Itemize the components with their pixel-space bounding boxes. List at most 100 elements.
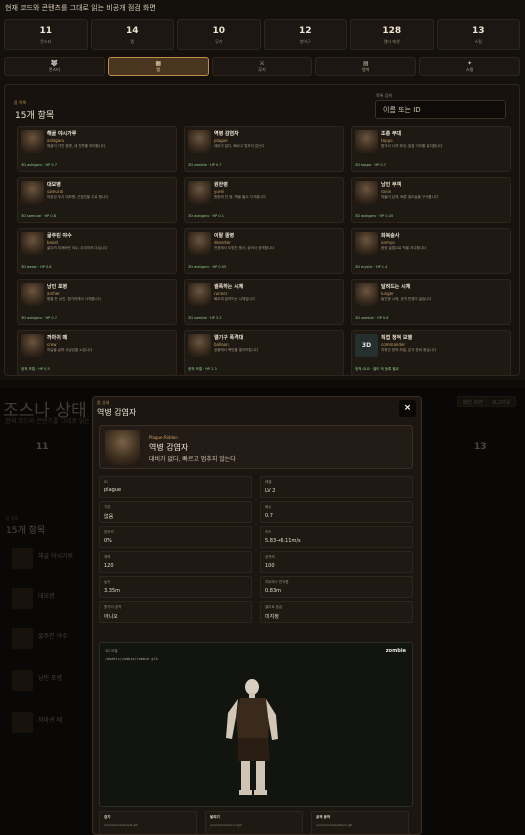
zombie-model-render bbox=[226, 679, 278, 795]
monster-meta: 정적 GLB · 별도 적 등록 필요 bbox=[355, 367, 399, 371]
file-path: /anim/zombie/walk.glb bbox=[104, 823, 138, 827]
monster-meta: 3D zombie · HP 3.3 bbox=[188, 316, 222, 320]
animation-file: 공격 동작/anim/zombie/attack.glb bbox=[311, 811, 409, 834]
monster-id: ashigaru bbox=[47, 138, 65, 143]
monster-id: plague bbox=[214, 138, 228, 143]
monster-name: 썰폭하는 시체 bbox=[214, 284, 244, 290]
field-value: LV 2 bbox=[265, 488, 276, 494]
background-section-title: 15개 항목 bbox=[6, 526, 46, 536]
monster-name: 역병 감염자 bbox=[214, 131, 239, 137]
row-thumbnail bbox=[12, 548, 33, 569]
monster-card[interactable]: 원한령 yurei 원한에 찬 령, 벽을 뚫고 다가옵니다 3D ashigaru … bbox=[184, 177, 344, 223]
stat-value: 13 bbox=[471, 26, 485, 36]
tab-4[interactable]: ✦ 스킬 bbox=[419, 57, 520, 76]
field-label: 히트박스 반지름 bbox=[265, 580, 289, 584]
tab-icon: ▦ bbox=[155, 60, 162, 67]
monster-description: 떠돌이 검객, 빠른 발도술을 구사합니다 bbox=[381, 195, 439, 199]
field-label: 높이 bbox=[104, 580, 111, 584]
field-label: 기본 bbox=[104, 505, 111, 509]
field-value: 5.83→6.11m/s bbox=[265, 538, 301, 544]
monster-card[interactable]: 낭인 포병 archer 활을 든 낭인, 원거리에서 사격합니다 3D ashiga… bbox=[17, 279, 177, 325]
close-button[interactable]: × bbox=[399, 400, 416, 417]
stat-label: 스킬 bbox=[474, 39, 482, 44]
monster-id: onmyo bbox=[381, 240, 395, 245]
tab-0[interactable]: 🐺 몬스터 bbox=[4, 57, 105, 76]
monster-meta: 3D ashigaru · HP 0.7 bbox=[21, 316, 57, 320]
monster-card[interactable]: 까마귀 떼 crow 하늘을 날며 사냥감을 노립니다 정적 모델 · HP 0.5 bbox=[17, 330, 177, 376]
main-screen-button[interactable]: 메인 화면 bbox=[457, 396, 489, 407]
monster-card[interactable]: 역병 감염자 plague 대비가 없다, 빠르고 멈추지 않는다 3D zombie… bbox=[184, 126, 344, 172]
monster-thumbnail bbox=[188, 130, 211, 153]
background-stat: 13 bbox=[474, 442, 487, 452]
monster-meta: 3D ashigaru · HP 0.1 bbox=[188, 214, 224, 218]
field-label: 레벨 bbox=[265, 480, 272, 484]
monster-card[interactable]: 조총 부대 teppo 원거리 사격 부대, 일정 거리를 유지합니다 3D tepp… bbox=[351, 126, 511, 172]
monster-thumbnail bbox=[355, 181, 378, 204]
tab-3[interactable]: ▤ 방어 bbox=[315, 57, 417, 76]
background-row: 굶주린 야수 bbox=[38, 633, 68, 640]
model-viewer[interactable]: 3D 모델 /models/zombie/zombie.glb zombie bbox=[99, 642, 413, 807]
field-value: 미지정 bbox=[265, 614, 279, 620]
monster-meta: 3D ashigaru · HP 0.55 bbox=[188, 265, 227, 269]
monster-card[interactable]: 굶주린 야수 beast 굶주려 미쳐버린 야수, 무리지어 다닙니다 3D beas… bbox=[17, 228, 177, 274]
monster-summary: Plague-Ridden 역병 감염자 대비가 없다, 빠르고 멈추지 않는다 bbox=[99, 425, 413, 469]
tab-2[interactable]: ⚔ 무기 bbox=[211, 57, 313, 76]
stat-field: 원거리 공격 아니오 bbox=[99, 601, 252, 623]
monster-thumbnail: 3D bbox=[355, 334, 378, 357]
row-thumbnail bbox=[12, 628, 33, 649]
stat-field: 체력 120 bbox=[99, 551, 252, 573]
monster-description: 전장에서 도망친 병사, 숨어서 공격합니다 bbox=[214, 246, 275, 250]
category-tabs: 🐺 몬스터 ▦ 맵 ⚔ 무기 ▤ 방어 ✦ 스킬 bbox=[4, 57, 520, 76]
monster-id: archer bbox=[47, 291, 60, 296]
monster-card[interactable]: 해골 야시가루 ashigaru 해골이 가진 창병, 새 전투를 의미합니다 3D … bbox=[17, 126, 177, 172]
monster-id: beast bbox=[47, 240, 59, 245]
monster-name: 화복술사 bbox=[381, 233, 400, 239]
tab-label: 방어 bbox=[362, 67, 370, 72]
tab-label: 몬스터 bbox=[48, 67, 60, 72]
background-row: 대모병 bbox=[38, 593, 55, 600]
detail-screen: 조스나 상태 현재 코드와 콘텐츠를 그대로 읽는 비공개 점검 화면 메인 화… bbox=[0, 388, 525, 835]
monster-portrait bbox=[105, 430, 140, 465]
monster-card[interactable]: 엘기구 폭격대 balloon 공중에서 폭탄을 떨어뜨립니다 정적 모델 · HP … bbox=[184, 330, 344, 376]
monster-meta: 3D zombie · HP 0.7 bbox=[188, 163, 222, 167]
logout-button[interactable]: 로그아웃 bbox=[486, 396, 517, 407]
stat-card: 12 방어구 bbox=[263, 19, 347, 50]
monster-id: samurai bbox=[47, 189, 64, 194]
background-row: 낭인 포병 bbox=[38, 675, 62, 682]
animation-files: 걷기/anim/zombie/walk.glb 달리기/anim/zombie/r… bbox=[99, 811, 413, 834]
monster-card[interactable]: 3D 직접 정적 모델 commander 지휘관 정적 모델, 분석 준비 중입니다… bbox=[351, 330, 511, 376]
field-label: 체력 bbox=[104, 555, 111, 559]
monster-description: 음양 술법으로 적을 저주합니다 bbox=[381, 246, 427, 250]
monster-thumbnail bbox=[21, 130, 44, 153]
tab-1[interactable]: ▦ 맵 bbox=[107, 57, 209, 76]
modal-scrollbar[interactable] bbox=[421, 567, 422, 767]
monster-meta: 3D ashigaru · HP 0.7 bbox=[21, 163, 57, 167]
monster-description: 공중에서 폭탄을 떨어뜨립니다 bbox=[214, 348, 259, 352]
field-value: 0.83m bbox=[265, 588, 282, 594]
field-label: 원거리 공격 bbox=[104, 605, 122, 609]
monster-description: 돌진형 시체, 공격 반경이 넓습니다 bbox=[381, 297, 432, 301]
stat-value: 12 bbox=[298, 26, 312, 36]
monster-card[interactable]: 낭인 무객 ronin 떠돌이 검객, 빠른 발도술을 구사합니다 3D ashiga… bbox=[351, 177, 511, 223]
monster-description: 하늘을 날며 사냥감을 노립니다 bbox=[47, 348, 93, 352]
field-label: 배수 bbox=[265, 505, 272, 509]
monster-card[interactable]: 달려드는 시체 lunger 돌진형 시체, 공격 반경이 넓습니다 3D zombi… bbox=[351, 279, 511, 325]
monster-thumbnail bbox=[188, 334, 211, 357]
monster-card[interactable]: 대모병 samurai 미완성 무사 대모병, 근접전을 주로 합니다 3D samu… bbox=[17, 177, 177, 223]
monster-card[interactable]: 화복술사 onmyo 음양 술법으로 적을 저주합니다 3D mystic · HP … bbox=[351, 228, 511, 274]
background-row: 해골 야시가루 bbox=[38, 553, 74, 560]
monster-thumbnail bbox=[355, 130, 378, 153]
stat-field: 레벨 LV 2 bbox=[260, 476, 413, 498]
monster-card[interactable]: 이탈 졸병 deserter 전장에서 도망친 병사, 숨어서 공격합니다 3D as… bbox=[184, 228, 344, 274]
monster-id: deserter bbox=[214, 240, 231, 245]
stat-label: 맵 bbox=[130, 39, 135, 44]
monster-id: lunger bbox=[381, 291, 394, 296]
monster-name: 달려드는 시체 bbox=[381, 284, 411, 290]
row-thumbnail bbox=[12, 670, 33, 691]
stats-row: 11 몬스터 14 맵 10 무기 12 방어구 128 렌더 에셋 13 스킬 bbox=[4, 19, 520, 50]
monster-name: 해골 야시가루 bbox=[47, 131, 77, 137]
monster-card[interactable]: 썰폭하는 시체 runner 빠르게 달려드는 시체입니다 3D zombie · H… bbox=[184, 279, 344, 325]
search-input[interactable]: 이름 또는 ID bbox=[375, 100, 506, 119]
monster-description: 활을 든 낭인, 원거리에서 사격합니다 bbox=[47, 297, 101, 301]
stat-field: 높이 3.35m bbox=[99, 576, 252, 598]
